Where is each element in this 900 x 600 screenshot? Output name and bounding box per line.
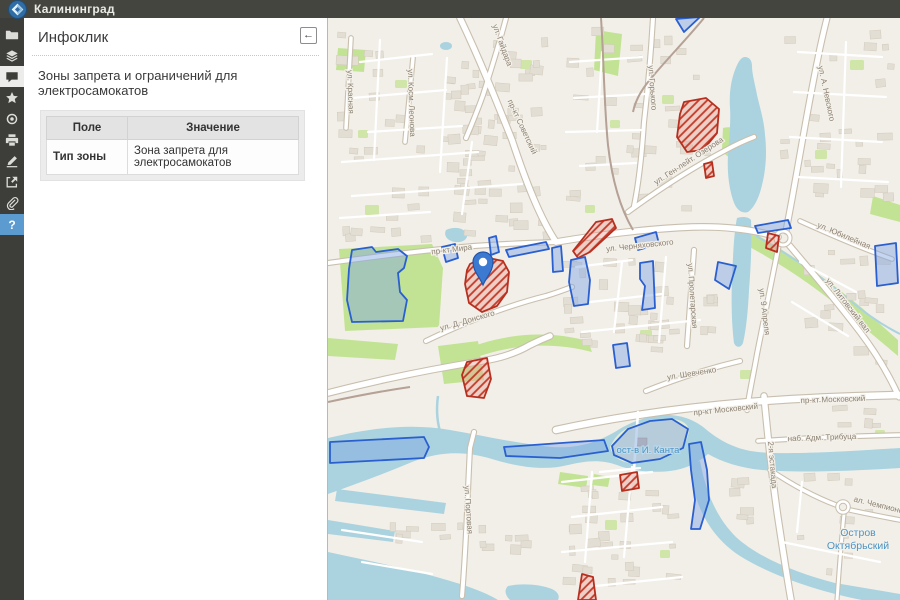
prohibited-zone[interactable] [766, 233, 779, 252]
restricted-zone[interactable] [552, 246, 563, 272]
layers-button[interactable] [0, 45, 24, 66]
street-label: ул. Красная [345, 70, 356, 114]
map-viewport[interactable]: ул. Краснаяул. Косм. Леоноваул. Гайдарап… [328, 18, 900, 600]
help-icon: ? [8, 218, 15, 232]
infoclick-comment-icon [5, 70, 19, 84]
place-label: Октябрьский [827, 540, 889, 552]
measure-icon [5, 154, 19, 168]
print-button[interactable] [0, 129, 24, 150]
app-logo-icon [9, 1, 26, 18]
restricted-zone[interactable] [347, 247, 407, 322]
field-value-cell: Зона запрета для электросамокатов [128, 140, 299, 175]
locate-icon [5, 112, 19, 126]
toolbar: ? [0, 18, 24, 600]
restricted-zone[interactable] [330, 437, 429, 463]
share-icon [5, 175, 19, 189]
table-column-header: Поле [47, 117, 128, 140]
collapse-panel-button[interactable]: ← [300, 27, 317, 44]
star-button[interactable] [0, 87, 24, 108]
app-window: Калининград ? Инфоклик ← Зоны запрета и … [0, 0, 900, 600]
attach-button[interactable] [0, 192, 24, 213]
infoclick-panel: Инфоклик ← Зоны запрета и ограничений дл… [24, 18, 328, 600]
app-title: Калининград [34, 2, 115, 16]
table-row: Тип зоныЗона запрета для электросамокато… [47, 140, 299, 175]
water-label: ост-в И. Канта [617, 445, 681, 456]
prohibited-zone[interactable] [462, 358, 491, 398]
panel-title: Инфоклик [38, 29, 108, 46]
attribute-table: ПолеЗначение Тип зоныЗона запрета для эл… [40, 110, 305, 181]
infoclick-comment-button[interactable] [0, 66, 24, 87]
layers-icon [5, 49, 19, 63]
table-column-header: Значение [128, 117, 299, 140]
print-icon [5, 133, 19, 147]
measure-button[interactable] [0, 150, 24, 171]
prohibited-zone[interactable] [578, 574, 596, 600]
restricted-zone[interactable] [875, 243, 898, 286]
share-button[interactable] [0, 171, 24, 192]
locate-button[interactable] [0, 108, 24, 129]
restricted-zone[interactable] [569, 257, 590, 306]
place-label: Остров [840, 527, 876, 539]
folder-button[interactable] [0, 24, 24, 45]
app-header: Калининград [0, 0, 900, 18]
star-icon [5, 91, 19, 105]
prohibited-zone[interactable] [620, 472, 639, 491]
prohibited-zone[interactable] [704, 162, 714, 178]
folder-icon [5, 28, 19, 42]
attach-icon [5, 196, 19, 210]
help-button[interactable]: ? [0, 214, 24, 235]
pin-dot [479, 258, 487, 266]
field-name-cell: Тип зоны [47, 140, 128, 175]
restricted-zone[interactable] [613, 343, 630, 368]
layer-heading: Зоны запрета и ограничений для электроса… [24, 56, 327, 108]
